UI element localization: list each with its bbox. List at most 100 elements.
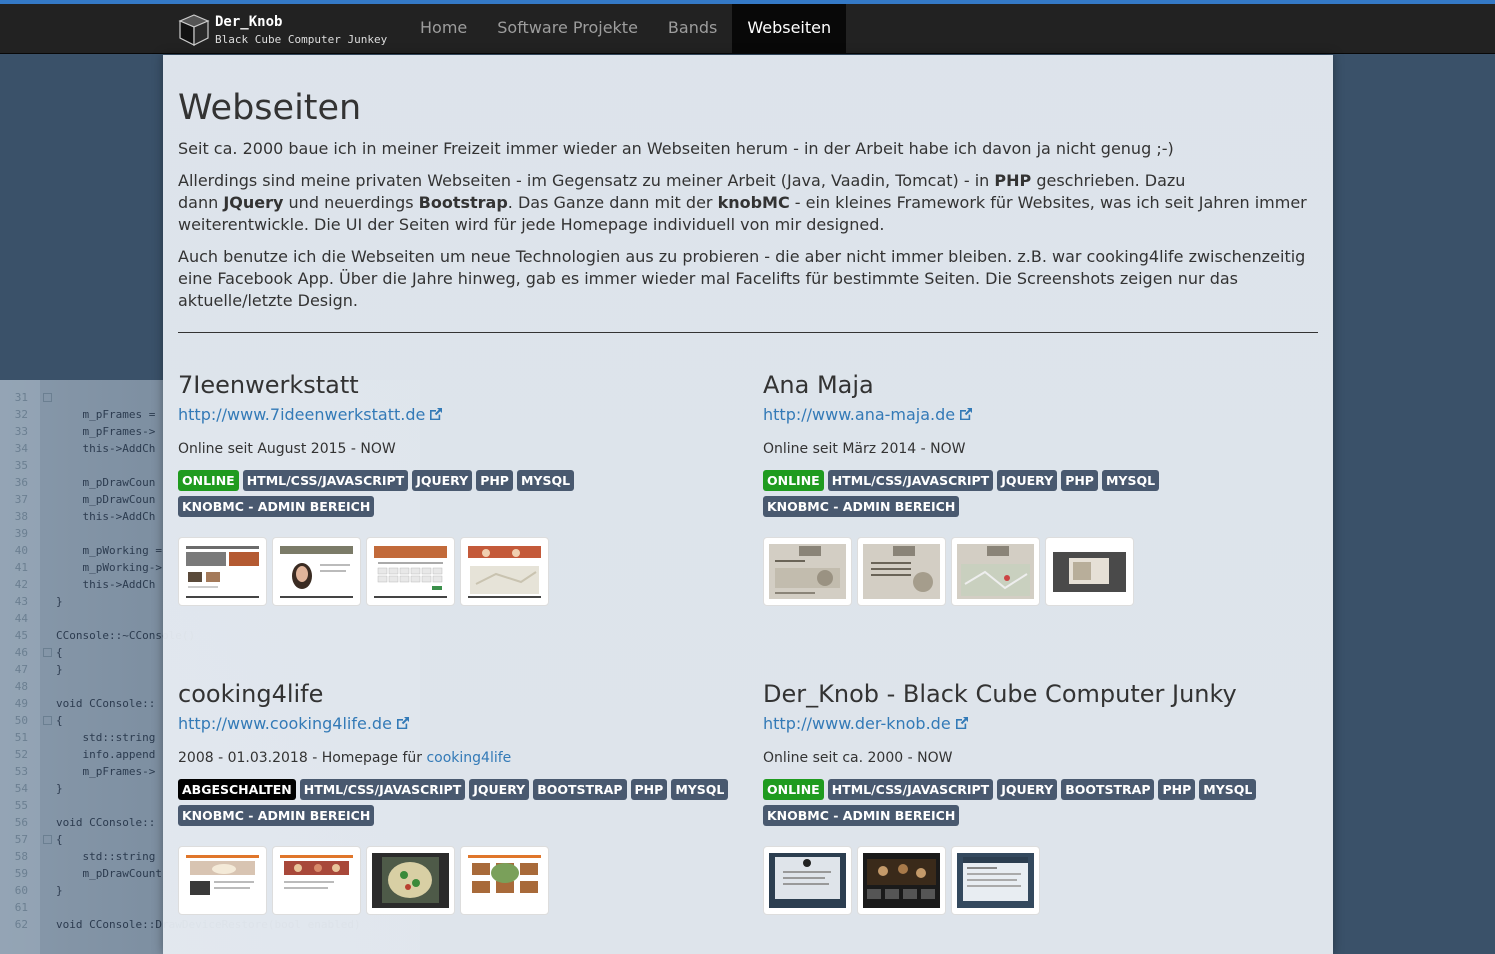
status-badge: ONLINE	[763, 779, 824, 800]
intro-2-g: weiterentwickle. Die UI der Seiten wird …	[178, 215, 885, 234]
screenshot-image	[863, 853, 940, 908]
intro-2-c: dann	[178, 193, 224, 212]
label-row: ONLINE HTML/CSS/JAVASCRIPT JQUERY PHP MY…	[178, 470, 748, 496]
external-link-icon	[430, 408, 443, 420]
intro-2-bootstrap: Bootstrap	[418, 193, 508, 212]
tech-label: JQUERY	[469, 779, 530, 800]
screenshot-image	[372, 544, 449, 599]
label-row: KNOBMC - ADMIN BEREICH	[178, 496, 748, 522]
screenshot-thumbnail[interactable]	[366, 846, 455, 915]
tech-label: MYSQL	[1199, 779, 1257, 800]
label-row: KNOBMC - ADMIN BEREICH	[763, 805, 1333, 831]
screenshot-thumbnail[interactable]	[857, 846, 946, 915]
intro-3-b: eine Facebook App. Über die Jahre hinweg…	[178, 269, 1238, 288]
project-url[interactable]: http://www.der-knob.de	[763, 714, 951, 733]
label-row: KNOBMC - ADMIN BEREICH	[763, 496, 1333, 522]
project-7ideenwerkstatt: 7Ieenwerkstatt http://www.7ideenwerkstat…	[178, 371, 748, 671]
tech-label: HTML/CSS/JAVASCRIPT	[299, 779, 466, 800]
project-link[interactable]: http://www.7ideenwerkstatt.de	[178, 405, 444, 424]
tech-label: JQUERY	[997, 470, 1058, 491]
nav-item-webseiten[interactable]: Webseiten	[732, 4, 847, 54]
brand-title: Der_Knob	[215, 14, 283, 30]
screenshot-thumbnail[interactable]	[1045, 537, 1134, 606]
project-description: Online seit August 2015 - NOW	[178, 441, 396, 457]
screenshot-image	[466, 853, 543, 908]
intro-2-f: - ein kleines Framework für Websites, wa…	[789, 193, 1307, 212]
brand-subtitle: Black Cube Computer Junkey	[215, 33, 388, 46]
project-title: Der_Knob - Black Cube Computer Junky	[763, 680, 1237, 708]
tech-label: HTML/CSS/JAVASCRIPT	[827, 470, 994, 491]
label-row: KNOBMC - ADMIN BEREICH	[178, 805, 748, 831]
content-panel: Webseiten Seit ca. 2000 baue ich in mein…	[163, 55, 1333, 954]
project-description: Online seit März 2014 - NOW	[763, 441, 965, 457]
nav-item-bands[interactable]: Bands	[653, 4, 732, 54]
tech-label: BOOTSTRAP	[533, 779, 627, 800]
project-url[interactable]: http://www.ana-maja.de	[763, 405, 955, 424]
screenshot-image	[184, 544, 261, 599]
label-row: ONLINE HTML/CSS/JAVASCRIPT JQUERY PHP MY…	[763, 470, 1333, 496]
project-der-knob: Der_Knob - Black Cube Computer Junky htt…	[763, 680, 1333, 954]
divider	[178, 332, 1318, 333]
project-desc-text: Online seit ca. 2000 - NOW	[763, 750, 953, 766]
screenshot-image	[466, 544, 543, 599]
screenshot-image	[278, 853, 355, 908]
screenshot-image	[957, 544, 1034, 599]
tech-label: BOOTSTRAP	[1061, 779, 1155, 800]
screenshot-thumbnail[interactable]	[763, 537, 852, 606]
tech-label: KNOBMC - ADMIN BEREICH	[763, 496, 960, 517]
screenshot-thumbnail[interactable]	[460, 537, 549, 606]
screenshot-thumbnail[interactable]	[366, 537, 455, 606]
tech-label: HTML/CSS/JAVASCRIPT	[242, 470, 409, 491]
screenshot-thumbnail[interactable]	[178, 846, 267, 915]
status-badge: ONLINE	[178, 470, 239, 491]
nav-item-software-projekte[interactable]: Software Projekte	[482, 4, 653, 54]
tech-label: KNOBMC - ADMIN BEREICH	[178, 805, 375, 826]
screenshot-thumbnail[interactable]	[272, 846, 361, 915]
tech-label: JQUERY	[997, 779, 1058, 800]
tech-label: PHP	[1061, 470, 1098, 491]
screenshot-thumbnail[interactable]	[272, 537, 361, 606]
project-desc-link[interactable]: cooking4life	[426, 750, 511, 766]
project-title: cooking4life	[178, 680, 324, 708]
tech-label: PHP	[476, 470, 513, 491]
screenshot-thumbnail[interactable]	[857, 537, 946, 606]
tech-labels: ABGESCHALTEN HTML/CSS/JAVASCRIPT JQUERY …	[178, 779, 748, 831]
screenshot-thumbnail[interactable]	[460, 846, 549, 915]
tech-label: HTML/CSS/JAVASCRIPT	[827, 779, 994, 800]
project-url[interactable]: http://www.cooking4life.de	[178, 714, 392, 733]
project-cooking4life: cooking4life http://www.cooking4life.de …	[178, 680, 748, 954]
screenshot-image	[769, 853, 846, 908]
screenshot-thumbnail[interactable]	[763, 846, 852, 915]
external-link-icon	[960, 408, 973, 420]
screenshot-thumbnails	[763, 846, 1045, 915]
label-row: ONLINE HTML/CSS/JAVASCRIPT JQUERY BOOTST…	[763, 779, 1333, 805]
tech-label: JQUERY	[412, 470, 473, 491]
intro-2-d: und neuerdings	[283, 193, 419, 212]
tech-label: PHP	[630, 779, 668, 800]
label-row: ABGESCHALTEN HTML/CSS/JAVASCRIPT JQUERY …	[178, 779, 748, 805]
screenshot-image	[769, 544, 846, 599]
project-link[interactable]: http://www.cooking4life.de	[178, 714, 411, 733]
project-url[interactable]: http://www.7ideenwerkstatt.de	[178, 405, 425, 424]
intro-2-jquery: JQuery	[223, 193, 284, 212]
intro-paragraph-1: Seit ca. 2000 baue ich in meiner Freizei…	[178, 138, 1318, 160]
project-description: 2008 - 01.03.2018 - Homepage für cooking…	[178, 750, 511, 766]
page-title: Webseiten	[178, 88, 362, 128]
screenshot-thumbnails	[763, 537, 1139, 606]
tech-labels: ONLINE HTML/CSS/JAVASCRIPT JQUERY PHP MY…	[763, 470, 1333, 522]
tech-label: MYSQL	[1101, 470, 1160, 491]
tech-label: MYSQL	[671, 779, 729, 800]
status-badge: ONLINE	[763, 470, 824, 491]
tech-label: PHP	[1158, 779, 1196, 800]
project-link[interactable]: http://www.ana-maja.de	[763, 405, 974, 424]
screenshot-thumbnail[interactable]	[178, 537, 267, 606]
screenshot-thumbnail[interactable]	[951, 537, 1040, 606]
screenshot-image	[184, 853, 261, 908]
intro-3-c: aktuelle/letzte Design.	[178, 291, 358, 310]
screenshot-thumbnails	[178, 846, 554, 915]
project-link[interactable]: http://www.der-knob.de	[763, 714, 970, 733]
screenshot-thumbnail[interactable]	[951, 846, 1040, 915]
nav-item-home[interactable]: Home	[405, 4, 482, 54]
project-desc-text: 2008 - 01.03.2018 - Homepage für	[178, 750, 427, 766]
intro-1-text: Seit ca. 2000 baue ich in meiner Freizei…	[178, 139, 1174, 158]
